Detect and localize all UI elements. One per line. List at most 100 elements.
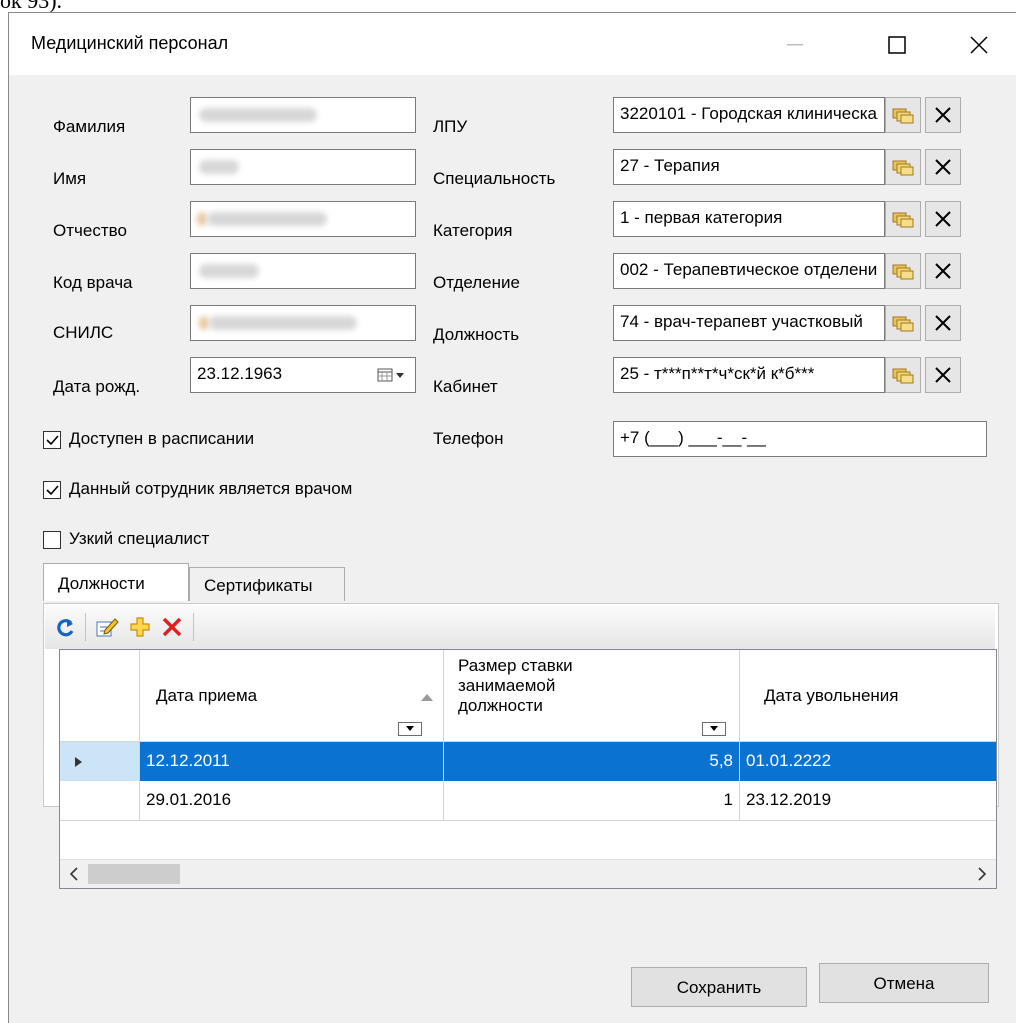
column-header-dismissal-date[interactable]: Дата увольнения: [740, 650, 996, 742]
row-indicator: [60, 781, 140, 821]
cell-dismissal-date[interactable]: 01.01.2222: [740, 742, 996, 782]
delete-icon[interactable]: [161, 616, 183, 643]
cell-text: 5,8: [709, 751, 733, 770]
clear-lookup-button[interactable]: [925, 305, 961, 341]
edit-icon[interactable]: [95, 616, 119, 643]
redacted-value: [199, 316, 209, 330]
table-row[interactable]: 29.01.2016 1 23.12.2019: [60, 781, 996, 821]
minimize-button[interactable]: [767, 21, 823, 69]
check-icon: [46, 435, 59, 446]
horizontal-scrollbar[interactable]: [60, 859, 996, 888]
cell-hire-date[interactable]: 29.01.2016: [140, 781, 444, 821]
position-field[interactable]: 74 - врач-терапевт участковый: [613, 305, 885, 341]
cell-text: 01.01.2222: [746, 751, 832, 770]
filter-dropdown-button[interactable]: [702, 722, 726, 736]
available-in-schedule-label: Доступен в расписании: [69, 429, 255, 448]
select-lookup-button[interactable]: [885, 97, 921, 133]
column-header-rate[interactable]: Размер ставки занимаемой должности: [444, 650, 740, 742]
cell-dismissal-date[interactable]: 23.12.2019: [740, 781, 996, 821]
redacted-value: [209, 316, 357, 330]
clear-lookup-button[interactable]: [925, 97, 961, 133]
clear-icon: [935, 315, 951, 331]
cabinet-label: Кабинет: [433, 377, 498, 396]
department-value: 002 - Терапевтическое отделение: [620, 260, 878, 279]
cell-text: 12.12.2011: [146, 751, 230, 770]
close-icon: [970, 36, 988, 54]
cell-hire-date[interactable]: 12.12.2011: [140, 742, 444, 782]
filter-dropdown-button[interactable]: [398, 722, 422, 736]
select-lookup-button[interactable]: [885, 357, 921, 393]
cancel-button[interactable]: Отмена: [819, 963, 989, 1003]
clear-lookup-button[interactable]: [925, 357, 961, 393]
dropdown-arrow-icon: [406, 726, 414, 731]
specialty-value: 27 - Терапия: [620, 156, 720, 175]
position-value: 74 - врач-терапевт участковый: [620, 312, 863, 331]
folders-icon: [892, 212, 914, 228]
tab-certificates[interactable]: Сертификаты: [189, 567, 345, 601]
surname-field[interactable]: [190, 97, 416, 133]
patronymic-field[interactable]: [190, 201, 416, 237]
redacted-value: [199, 160, 239, 174]
add-icon[interactable]: [129, 616, 151, 643]
department-field[interactable]: 002 - Терапевтическое отделение: [613, 253, 885, 289]
window-title: Медицинский персонал: [31, 33, 229, 53]
clear-icon: [935, 263, 951, 279]
specialty-field[interactable]: 27 - Терапия: [613, 149, 885, 185]
cell-rate[interactable]: 5,8: [444, 742, 740, 782]
dropdown-arrow-icon: [710, 726, 718, 731]
lpu-value: 3220101 - Городская клиническая больница: [620, 104, 878, 123]
calendar-dropdown-icon[interactable]: [377, 367, 407, 388]
cell-rate[interactable]: 1: [444, 781, 740, 821]
cancel-button-label: Отмена: [873, 974, 935, 993]
refresh-icon[interactable]: [55, 617, 77, 644]
tab-positions[interactable]: Должности: [43, 563, 189, 601]
patronymic-label: Отчество: [53, 221, 127, 240]
folders-icon: [892, 264, 914, 280]
available-in-schedule-checkbox[interactable]: [43, 431, 61, 449]
folders-icon: [892, 316, 914, 332]
sort-ascending-icon: [421, 694, 433, 701]
doctor-code-field[interactable]: [190, 253, 416, 289]
select-lookup-button[interactable]: [885, 201, 921, 237]
clear-lookup-button[interactable]: [925, 201, 961, 237]
lpu-field[interactable]: 3220101 - Городская клиническая больница: [613, 97, 885, 133]
column-header-hire-date[interactable]: Дата приема: [140, 650, 444, 742]
select-lookup-button[interactable]: [885, 149, 921, 185]
scroll-right-icon[interactable]: [972, 864, 992, 884]
grid-empty-area: [60, 821, 996, 859]
category-field[interactable]: 1 - первая категория: [613, 201, 885, 237]
folders-icon: [892, 108, 914, 124]
narrow-specialist-checkbox[interactable]: [43, 531, 61, 549]
clear-lookup-button[interactable]: [925, 149, 961, 185]
title-bar: Медицинский персонал: [9, 13, 1016, 75]
clear-lookup-button[interactable]: [925, 253, 961, 289]
snils-field[interactable]: [190, 305, 416, 341]
table-row[interactable]: 12.12.2011 5,8 01.01.2222: [60, 742, 996, 782]
phone-label: Телефон: [433, 429, 504, 448]
check-icon: [46, 485, 59, 496]
scroll-left-icon[interactable]: [64, 864, 84, 884]
row-header-corner: [60, 650, 140, 742]
maximize-button[interactable]: [869, 21, 925, 69]
current-row-arrow-icon: [75, 757, 82, 767]
is-doctor-label: Данный сотрудник является врачом: [69, 479, 353, 498]
select-lookup-button[interactable]: [885, 305, 921, 341]
is-doctor-checkbox[interactable]: [43, 481, 61, 499]
clear-icon: [935, 159, 951, 175]
select-lookup-button[interactable]: [885, 253, 921, 289]
save-button[interactable]: Сохранить: [631, 967, 807, 1007]
scroll-thumb[interactable]: [88, 864, 180, 884]
close-button[interactable]: [951, 21, 1007, 69]
narrow-specialist-label: Узкий специалист: [69, 529, 210, 548]
tab-certificates-label: Сертификаты: [204, 576, 313, 595]
maximize-icon: [888, 36, 906, 54]
name-field[interactable]: [190, 149, 416, 185]
birthdate-field[interactable]: 23.12.1963: [190, 357, 416, 393]
position-label: Должность: [433, 325, 520, 344]
doctor-code-label: Код врача: [53, 273, 133, 292]
redacted-value: [199, 264, 259, 278]
cabinet-field[interactable]: 25 - т***п**т*ч*ск*й к*б***: [613, 357, 885, 393]
phone-value: +7 (___) ___-__-__: [620, 428, 767, 447]
save-button-label: Сохранить: [676, 978, 762, 997]
phone-field[interactable]: +7 (___) ___-__-__: [613, 421, 987, 457]
